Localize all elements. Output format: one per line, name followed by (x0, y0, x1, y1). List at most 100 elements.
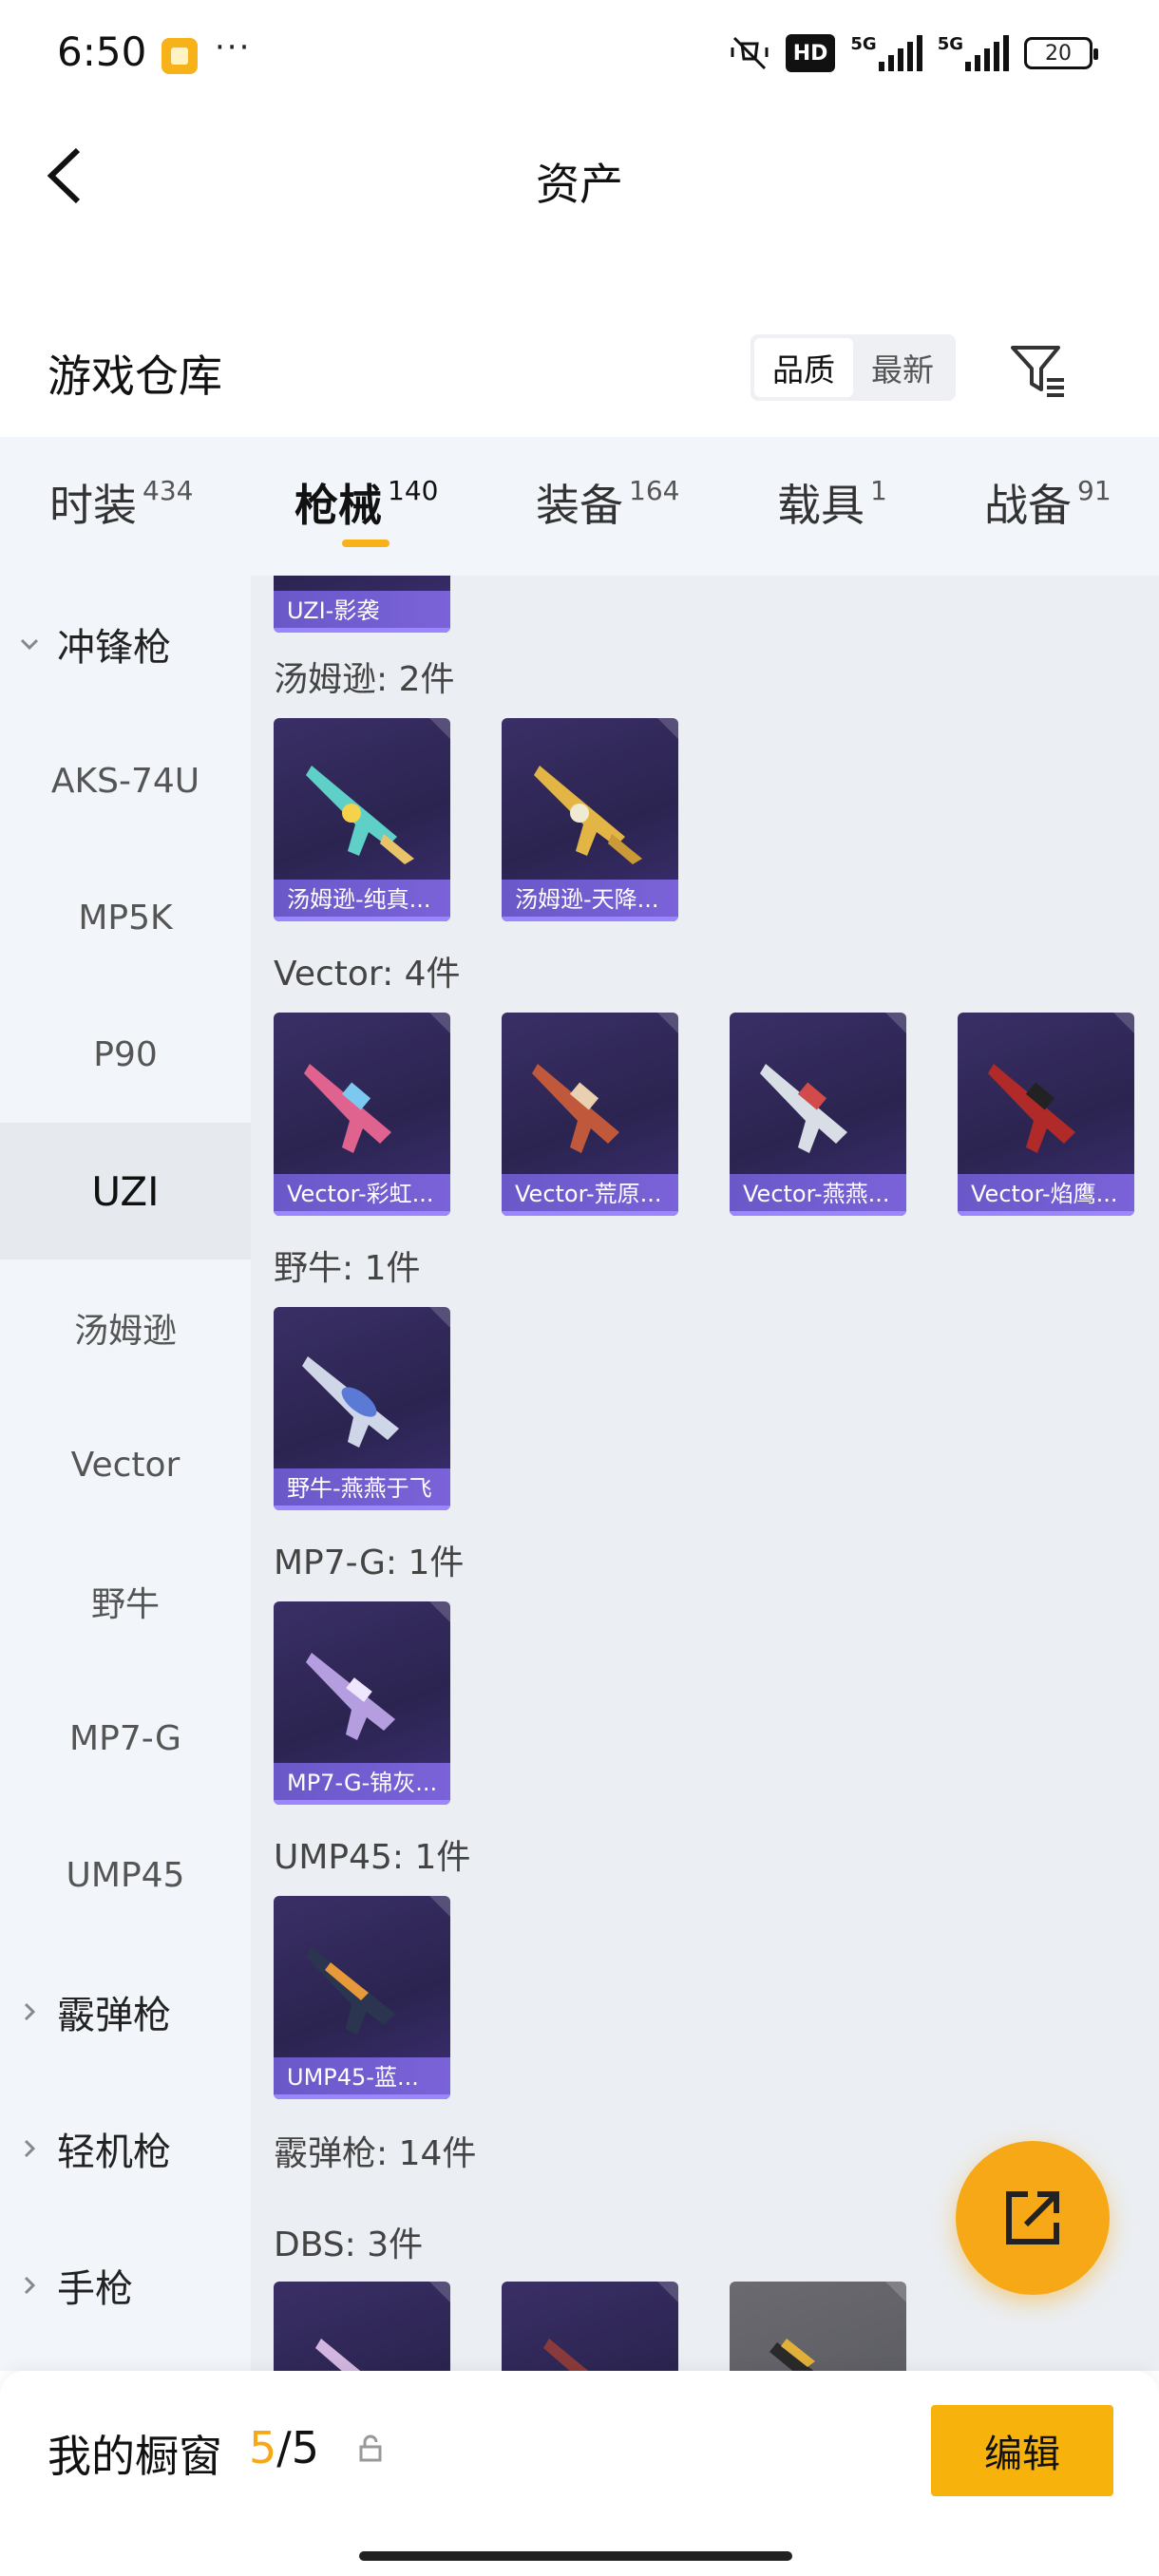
sort-toggle: 品质 最新 (750, 334, 956, 401)
vector-skin-image (760, 1064, 847, 1153)
weapon-card[interactable]: 野牛-燕燕于飞 (274, 1307, 450, 1510)
tab-count: 434 (142, 475, 194, 506)
page-header: 资产 (0, 104, 1159, 247)
sidebar-group-shotgun[interactable]: 霰弹枪 (0, 1943, 251, 2080)
app-notification-icon (162, 38, 198, 74)
tab-count: 91 (1077, 475, 1112, 506)
sidebar-item-label: 手枪 (57, 2267, 133, 2311)
group-label-thompson: 汤姆逊: 2件 (274, 660, 455, 699)
weapon-card[interactable]: UZI-影袭 (274, 576, 450, 633)
page-title: 资产 (536, 159, 623, 210)
showcase-count: 5/5 (249, 2422, 319, 2473)
tab-count: 1 (870, 475, 887, 506)
filter-icon (1011, 346, 1064, 397)
tab-vehicles[interactable]: 载具 1 (777, 471, 887, 534)
sidebar-group-smg[interactable]: 冲锋枪 (0, 576, 251, 712)
thompson-skin-image (534, 766, 642, 864)
weapon-grid: UZI-影袭 汤姆逊: 2件 汤姆逊-纯真... 汤姆逊-天降... Vecto… (251, 576, 1159, 2371)
group-label-mp7g: MP7-G: 1件 (274, 1544, 465, 1582)
weapon-card[interactable]: 汤姆逊-天降... (502, 718, 678, 921)
active-tab-indicator (342, 540, 390, 547)
group-label-vector: Vector: 4件 (274, 955, 461, 994)
lock-icon (359, 2434, 382, 2462)
edit-button[interactable]: 编辑 (931, 2405, 1113, 2496)
status-indicators: HD 5G 5G 20 (729, 34, 1098, 72)
tab-label: 时装 (49, 480, 137, 531)
filter-button[interactable] (1007, 338, 1070, 401)
sidebar-item-thompson[interactable]: 汤姆逊 (0, 1260, 251, 1396)
chevron-right-icon (24, 2276, 36, 2295)
weapon-card-name: MP7-G-锦灰... (274, 1763, 450, 1805)
weapon-card[interactable]: Vector-彩虹... (274, 1013, 450, 1216)
sidebar-item-uzi[interactable]: UZI (0, 1123, 251, 1260)
external-share-icon (1006, 2191, 1059, 2245)
tab-supplies[interactable]: 战备 91 (984, 471, 1112, 534)
weapon-card[interactable] (730, 2282, 906, 2371)
weapon-card[interactable] (502, 2282, 678, 2371)
tab-guns[interactable]: 枪械 140 (294, 471, 438, 534)
dbs-skin-image (315, 2339, 361, 2371)
sidebar-item-mp5k[interactable]: MP5K (0, 849, 251, 986)
weapon-card-name: Vector-焰鹰... (958, 1174, 1134, 1216)
sidebar-group-lmg[interactable]: 轻机枪 (0, 2080, 251, 2217)
group-label-bizon: 野牛: 1件 (274, 1249, 421, 1288)
sidebar-item-label: 霰弹枪 (57, 1994, 171, 2037)
weapon-card[interactable]: Vector-焰鹰... (958, 1013, 1134, 1216)
weapon-card[interactable]: Vector-燕燕... (730, 1013, 906, 1216)
ump45-skin-image (306, 1947, 395, 2035)
sidebar-item-p90[interactable]: P90 (0, 986, 251, 1123)
section-label-shotgun: 霰弹枪: 14件 (274, 2134, 477, 2173)
sidebar-item-bizon[interactable]: 野牛 (0, 1533, 251, 1670)
sidebar-item-mp7g[interactable]: MP7-G (0, 1670, 251, 1807)
showcase-current: 5 (249, 2422, 277, 2473)
sidebar-item-ump45[interactable]: UMP45 (0, 1807, 251, 1943)
weapon-card[interactable] (274, 2282, 450, 2371)
weapon-card[interactable]: MP7-G-锦灰... (274, 1601, 450, 1805)
bizon-skin-image (302, 1356, 399, 1448)
status-bar: 6:50 ··· HD 5G 5G 20 (0, 0, 1159, 104)
dbs-skin-image (543, 2339, 589, 2371)
weapon-card-name: Vector-燕燕... (730, 1174, 906, 1216)
mute-vibrate-icon (729, 34, 770, 72)
tab-label: 枪械 (294, 480, 382, 531)
tab-equipment[interactable]: 装备 164 (536, 471, 679, 534)
weapon-card-name: Vector-彩虹... (274, 1174, 450, 1216)
more-notifications-icon: ··· (215, 28, 252, 66)
tab-count: 140 (388, 475, 439, 506)
sort-quality-option[interactable]: 品质 (754, 338, 853, 397)
sidebar-item-vector[interactable]: Vector (0, 1396, 251, 1533)
showcase-total: /5 (276, 2422, 320, 2473)
weapon-card-name: UMP45-蓝... (274, 2057, 450, 2099)
warehouse-title: 游戏仓库 (48, 350, 222, 402)
weapon-card-name: 野牛-燕燕于飞 (274, 1468, 450, 1510)
weapon-card[interactable]: UMP45-蓝... (274, 1896, 450, 2099)
tab-outfits[interactable]: 时装 434 (49, 471, 193, 534)
showcase-label: 我的橱窗 (48, 2431, 222, 2482)
weapon-card[interactable]: Vector-荒原... (502, 1013, 678, 1216)
vector-skin-image (532, 1064, 619, 1153)
chevron-right-icon (24, 2002, 36, 2021)
thompson-skin-image (306, 766, 414, 864)
tab-label: 战备 (984, 480, 1072, 531)
sidebar-item-aks74u[interactable]: AKS-74U (0, 712, 251, 849)
category-tabs: 时装 434 枪械 140 装备 164 载具 1 战备 91 (0, 437, 1159, 576)
chevron-right-icon (24, 2139, 36, 2158)
tab-label: 载具 (777, 480, 864, 531)
home-indicator[interactable] (359, 2551, 792, 2561)
share-floating-button[interactable] (956, 2141, 1110, 2295)
signal-2-icon: 5G (938, 34, 1009, 72)
network-type-2: 5G (937, 34, 963, 54)
sort-newest-option[interactable]: 最新 (853, 338, 952, 397)
sidebar-item-label: 冲锋枪 (57, 626, 171, 670)
battery-level: 20 (1045, 41, 1072, 66)
tab-label: 装备 (536, 480, 623, 531)
weapon-card-name: Vector-荒原... (502, 1174, 678, 1216)
status-time: 6:50 (57, 28, 147, 75)
showcase-bar: 我的橱窗 5/5 编辑 (0, 2371, 1159, 2576)
weapon-type-sidebar: 冲锋枪 AKS-74U MP5K P90 UZI 汤姆逊 Vector 野牛 M… (0, 576, 251, 2371)
weapon-card-name: 汤姆逊-天降... (502, 880, 678, 921)
weapon-card[interactable]: 汤姆逊-纯真... (274, 718, 450, 921)
group-label-dbs: DBS: 3件 (274, 2226, 424, 2264)
network-type-1: 5G (850, 34, 877, 54)
sidebar-group-pistol[interactable]: 手枪 (0, 2217, 251, 2354)
